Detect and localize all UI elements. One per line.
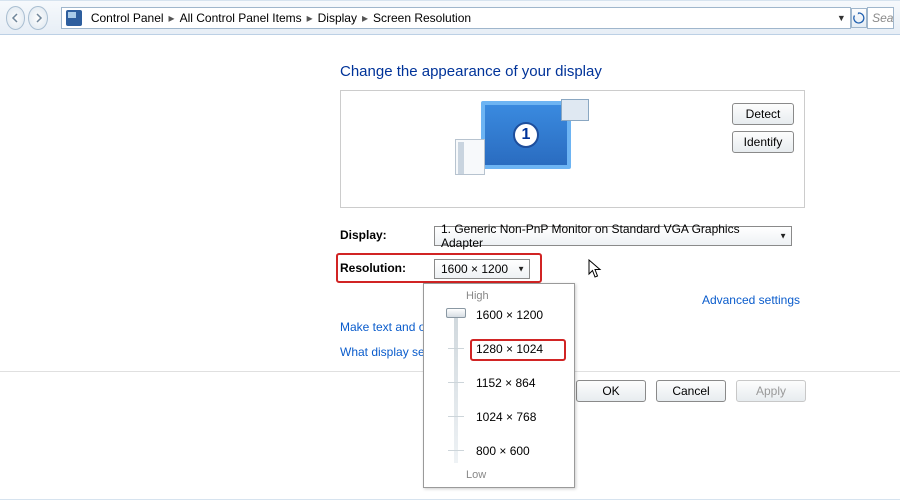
identify-button[interactable]: Identify [732, 131, 794, 153]
monitor-number-badge: 1 [513, 122, 539, 148]
search-input[interactable]: Sea [867, 7, 894, 29]
dropdown-icon[interactable]: ▼ [837, 13, 846, 23]
breadcrumb-bar[interactable]: Control Panel▸ All Control Panel Items▸ … [61, 7, 851, 29]
chevron-right-icon: ▸ [167, 11, 177, 25]
search-placeholder: Sea [872, 11, 893, 25]
highlight-annotation [470, 339, 566, 361]
resolution-popup: High Low 1600 × 1200 1280 × 1024 1152 × … [423, 283, 575, 488]
advanced-settings-link[interactable]: Advanced settings [702, 293, 800, 307]
resolution-option[interactable]: 1024 × 768 [476, 410, 536, 424]
breadcrumb-item[interactable]: Display [315, 11, 360, 25]
resolution-option[interactable]: 1600 × 1200 [476, 308, 543, 322]
display-select[interactable]: 1. Generic Non-PnP Monitor on Standard V… [434, 226, 792, 246]
detect-button[interactable]: Detect [732, 103, 794, 125]
content-pane: Change the appearance of your display 1 … [0, 35, 900, 499]
control-panel-icon [66, 10, 82, 26]
chevron-right-icon: ▸ [305, 11, 315, 25]
slider-tick [448, 450, 464, 451]
window-decoration-icon [561, 99, 589, 121]
resolution-slider-track[interactable] [454, 310, 458, 463]
page-title: Change the appearance of your display [340, 63, 602, 80]
display-preview: 1 Detect Identify [340, 90, 805, 208]
breadcrumb-item[interactable]: All Control Panel Items [177, 11, 305, 25]
slider-tick [448, 416, 464, 417]
monitor-thumbnail[interactable]: 1 [481, 101, 571, 169]
refresh-button[interactable] [851, 8, 867, 28]
breadcrumb-item[interactable]: Screen Resolution [370, 11, 474, 25]
ok-button[interactable]: OK [576, 380, 646, 402]
chevron-down-icon: ▼ [779, 232, 787, 241]
highlight-annotation [336, 253, 542, 283]
navigation-bar: Control Panel▸ All Control Panel Items▸ … [0, 1, 900, 35]
back-button[interactable] [6, 6, 25, 30]
slider-tick [448, 382, 464, 383]
cursor-icon [588, 259, 602, 279]
slider-tick [448, 348, 464, 349]
apply-button[interactable]: Apply [736, 380, 806, 402]
resolution-option[interactable]: 1152 × 864 [476, 376, 536, 390]
cancel-button[interactable]: Cancel [656, 380, 726, 402]
slider-low-label: Low [466, 469, 486, 481]
display-select-value: 1. Generic Non-PnP Monitor on Standard V… [441, 222, 773, 250]
resolution-slider-thumb[interactable] [446, 308, 466, 318]
slider-high-label: High [466, 290, 489, 302]
breadcrumb-item[interactable]: Control Panel [88, 11, 167, 25]
display-label: Display: [340, 228, 387, 242]
forward-button[interactable] [28, 6, 47, 30]
chevron-right-icon: ▸ [360, 11, 370, 25]
resolution-option[interactable]: 800 × 600 [476, 444, 530, 458]
window-decoration-icon [455, 139, 485, 175]
